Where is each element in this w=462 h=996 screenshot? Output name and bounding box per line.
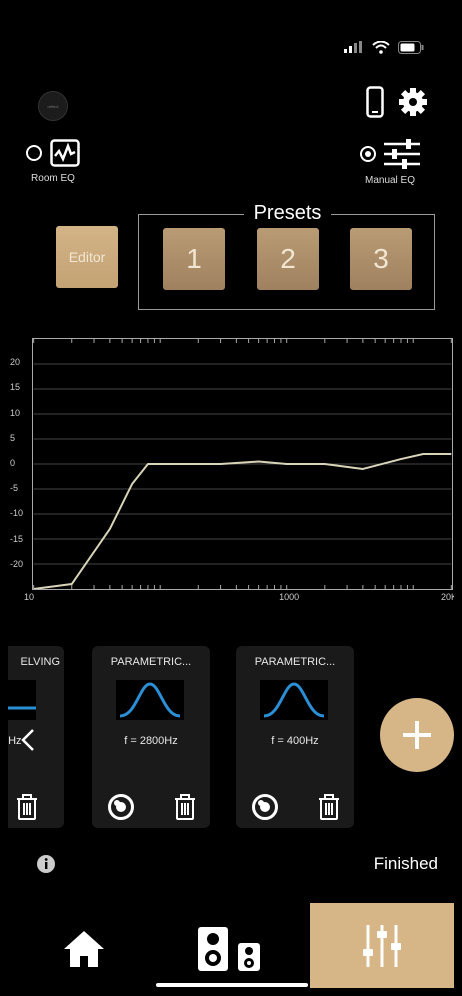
filter-freq: f = 400Hz — [271, 735, 319, 747]
filter-graph — [116, 680, 184, 720]
y-tick-label: -5 — [10, 483, 19, 494]
trash-icon[interactable] — [16, 794, 38, 820]
preset-button-2[interactable]: 2 — [257, 228, 319, 290]
info-icon[interactable] — [36, 854, 56, 874]
gear-icon[interactable] — [398, 87, 428, 117]
filter-card-parametric-2[interactable]: PARAMETRIC... f = 400Hz — [236, 646, 354, 828]
trash-icon[interactable] — [174, 794, 196, 820]
y-tick-label: 20 — [10, 357, 21, 368]
finished-button[interactable]: Finished — [374, 854, 438, 874]
home-indicator — [156, 983, 308, 987]
manual-eq-radio[interactable] — [360, 146, 376, 162]
filter-enable-radio[interactable] — [252, 794, 278, 820]
battery-icon — [398, 40, 424, 54]
bell-curve-icon — [263, 682, 325, 718]
bottom-nav — [8, 903, 454, 988]
filter-freq: f = 2800Hz — [124, 735, 178, 747]
signal-icon — [344, 41, 362, 53]
presets-title: Presets — [139, 202, 436, 225]
x-tick-label: 1000 — [279, 592, 300, 602]
y-tick-label: -10 — [10, 508, 24, 519]
room-eq-label: Room EQ — [31, 173, 75, 184]
room-eq-option[interactable]: Room EQ — [26, 139, 80, 184]
app-screen: reflect Room EQ Manual EQ Editor Presets… — [8, 8, 454, 988]
logo-text: reflect — [47, 103, 59, 109]
shelving-curve-icon — [8, 706, 36, 710]
plus-icon — [403, 721, 431, 749]
scroll-left-chevron-icon[interactable] — [20, 728, 36, 752]
brand-logo[interactable]: reflect — [38, 91, 68, 121]
waveform-icon — [50, 139, 80, 167]
filter-graph — [8, 680, 36, 720]
y-tick-label: 15 — [10, 382, 21, 393]
filter-enable-radio[interactable] — [108, 794, 134, 820]
x-tick-label: 10 — [24, 592, 35, 602]
preset-button-1[interactable]: 1 — [163, 228, 225, 290]
y-tick-label: 10 — [10, 407, 21, 418]
x-tick-label: 20K — [441, 592, 454, 602]
room-eq-radio[interactable] — [26, 145, 42, 161]
sliders-icon — [384, 139, 420, 169]
phone-icon[interactable] — [366, 86, 384, 118]
filter-title: PARAMETRIC... — [110, 656, 192, 668]
bell-curve-icon — [119, 682, 181, 718]
manual-eq-label: Manual EQ — [364, 175, 416, 186]
y-tick-label: -15 — [10, 533, 24, 544]
y-tick-label: -20 — [10, 558, 24, 569]
eq-response-curve — [33, 452, 452, 589]
trash-icon[interactable] — [318, 794, 340, 820]
add-filter-button[interactable] — [380, 698, 454, 772]
preset-button-3[interactable]: 3 — [350, 228, 412, 290]
filter-title: PARAMETRIC... — [254, 656, 336, 668]
presets-title-text: Presets — [243, 202, 332, 224]
equalizer-icon[interactable] — [360, 923, 404, 969]
y-tick-label: 5 — [10, 432, 16, 443]
status-bar — [344, 38, 424, 56]
manual-eq-option[interactable]: Manual EQ — [360, 139, 420, 186]
wifi-icon — [372, 40, 390, 54]
y-tick-label: 0 — [10, 458, 16, 468]
home-icon[interactable] — [62, 929, 106, 969]
eq-response-chart[interactable] — [32, 338, 453, 590]
filter-graph — [260, 680, 328, 720]
filter-card-shelving[interactable]: ELVING 0Hz — [8, 646, 64, 828]
editor-button[interactable]: Editor — [56, 226, 118, 288]
filter-card-parametric-1[interactable]: PARAMETRIC... f = 2800Hz — [92, 646, 210, 828]
header-icons — [366, 86, 428, 118]
speaker-icon[interactable] — [196, 925, 272, 973]
filter-title: ELVING — [20, 656, 60, 668]
